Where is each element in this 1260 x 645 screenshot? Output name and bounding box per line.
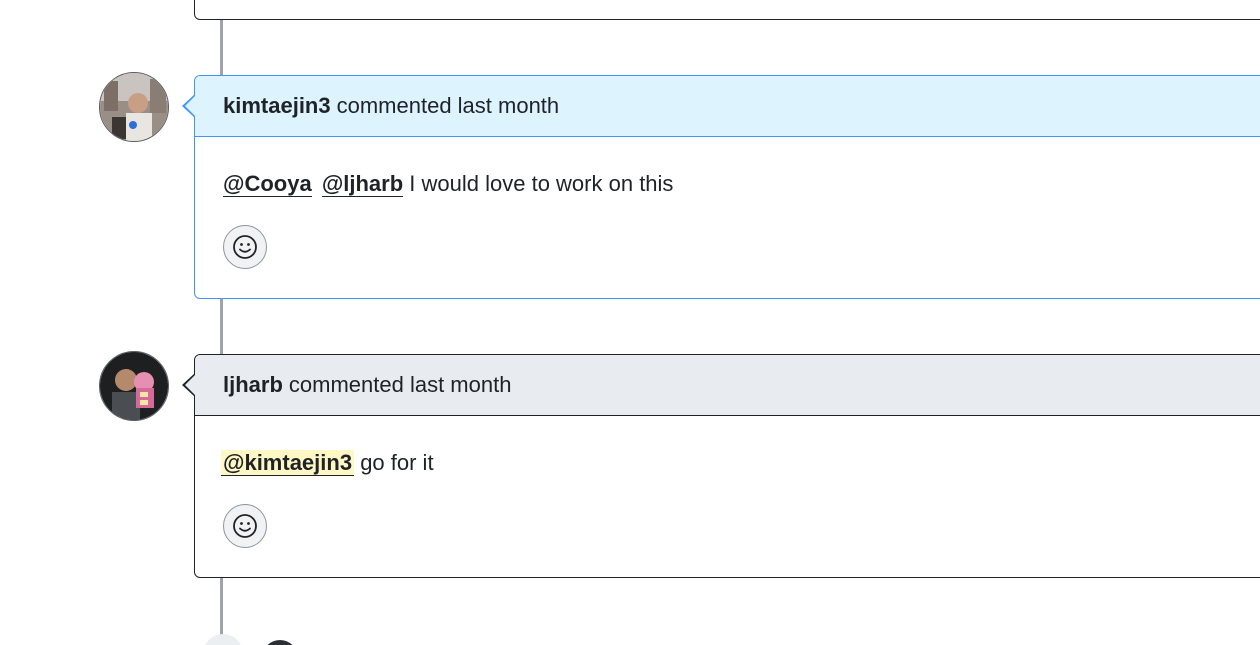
comment-header: kimtaejin3 commented last month — [195, 76, 1260, 137]
timeline-event-icon — [203, 634, 243, 645]
comment-author-link[interactable]: kimtaejin3 — [223, 93, 331, 119]
comment-text: @Cooya @ljharb I would love to work on t… — [223, 169, 1260, 199]
smiley-icon — [233, 235, 257, 259]
issue-timeline: kimtaejin3 commented last month @Cooya @… — [0, 0, 1260, 645]
smiley-icon — [233, 514, 257, 538]
comment-card: ljharb commented last month @kimtaejin3 … — [182, 354, 1260, 578]
mention-link[interactable]: @Cooya — [223, 171, 312, 197]
avatar[interactable] — [99, 351, 169, 421]
comment-timestamp[interactable]: commented last month — [337, 93, 560, 119]
previous-comment-box — [194, 0, 1260, 20]
comment-text: @kimtaejin3 go for it — [221, 448, 1260, 478]
avatar-photo-icon — [100, 73, 168, 141]
comment-body: @kimtaejin3 go for it — [195, 416, 1260, 548]
comment-card: kimtaejin3 commented last month @Cooya @… — [182, 75, 1260, 299]
comment-message: I would love to work on this — [409, 171, 674, 196]
comment-body: @Cooya @ljharb I would love to work on t… — [195, 137, 1260, 269]
comment-header: ljharb commented last month — [195, 355, 1260, 416]
comment-timestamp[interactable]: commented last month — [289, 372, 512, 398]
mention-link[interactable]: @kimtaejin3 — [221, 450, 355, 476]
add-reaction-button[interactable] — [223, 225, 267, 269]
comment-message: go for it — [360, 450, 434, 475]
avatar[interactable] — [99, 72, 169, 142]
avatar[interactable] — [262, 640, 298, 645]
comment-author-link[interactable]: ljharb — [223, 372, 283, 398]
mention-link[interactable]: @ljharb — [321, 171, 404, 197]
comment-pointer-fill — [185, 95, 196, 117]
add-reaction-button[interactable] — [223, 504, 267, 548]
avatar-photo-icon — [100, 352, 168, 420]
comment-pointer-fill — [185, 374, 196, 396]
